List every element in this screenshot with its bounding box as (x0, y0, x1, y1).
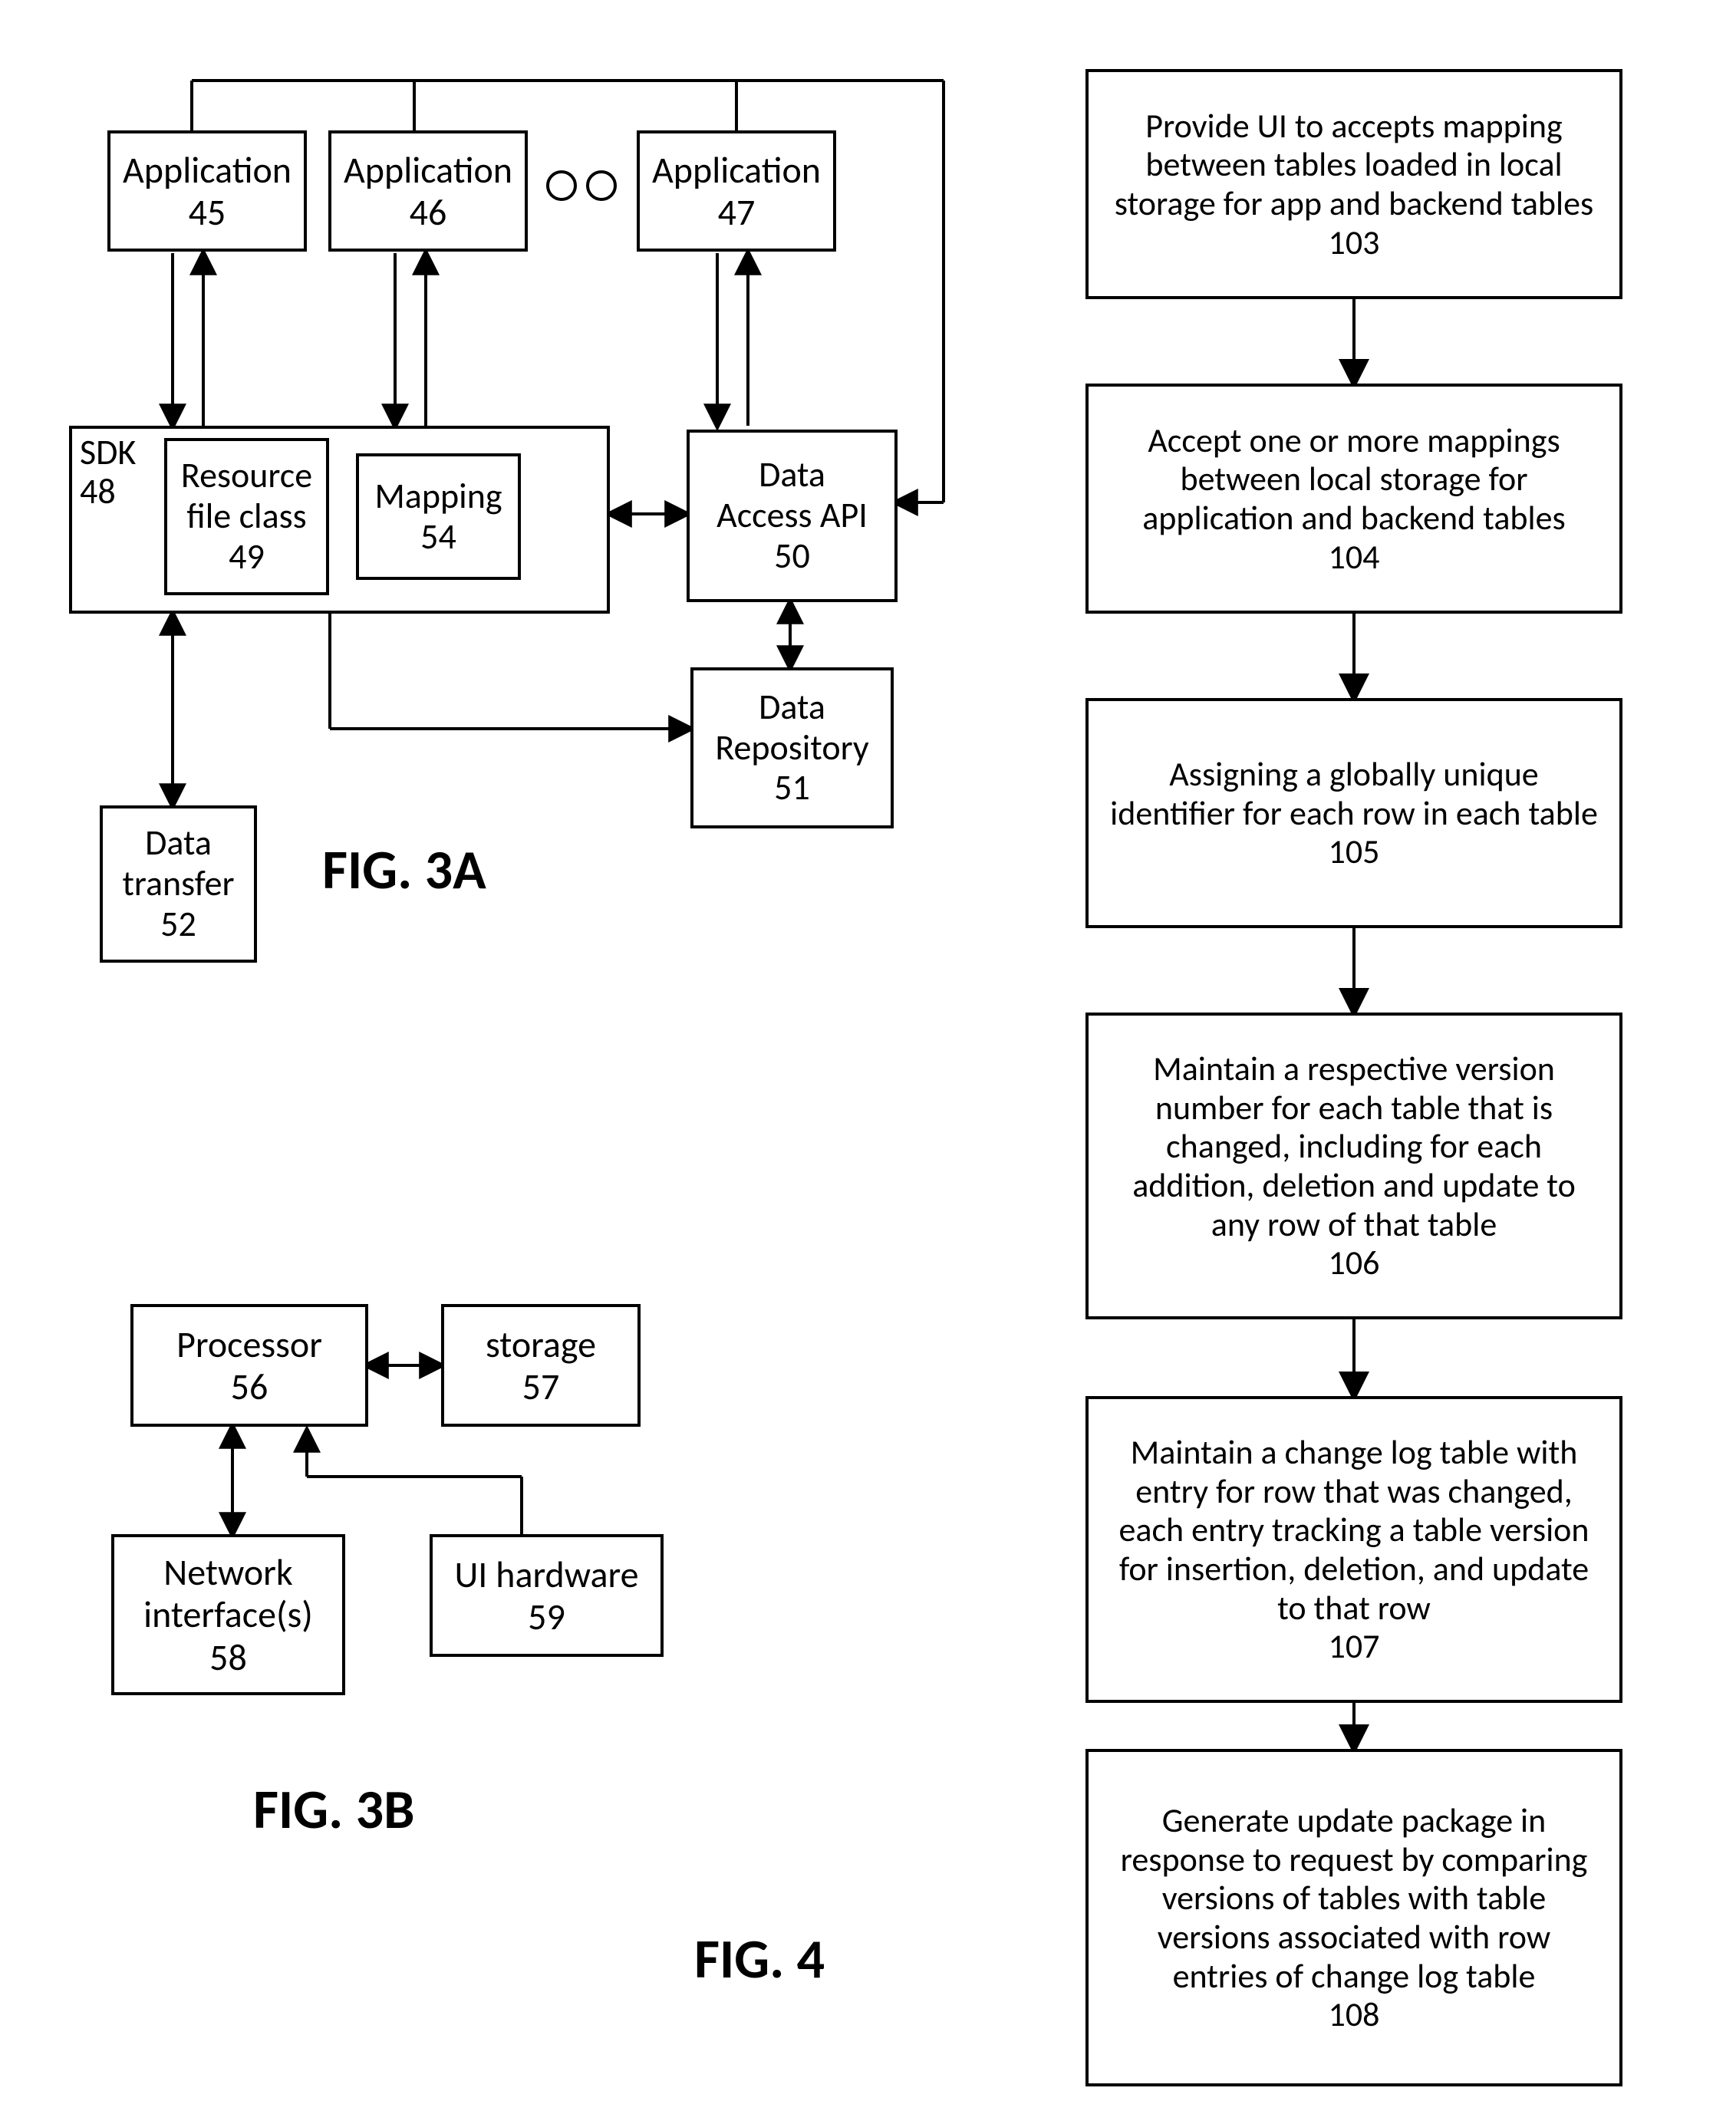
network-num: 58 (209, 1636, 247, 1678)
step-106-text: Maintain a respective version number for… (1108, 1049, 1599, 1243)
step-103-num: 103 (1329, 223, 1380, 262)
storage-num: 57 (522, 1365, 560, 1408)
storage-57-box: storage 57 (441, 1304, 641, 1427)
app-47-label: Application (652, 149, 821, 191)
app-47-box: Application 47 (637, 130, 836, 252)
uihw-label: UI hardware (455, 1553, 639, 1596)
data-access-label: Data Access API (716, 455, 868, 536)
step-107-num: 107 (1329, 1627, 1380, 1666)
uihw-59-box: UI hardware 59 (430, 1534, 664, 1657)
step-103-text: Provide UI to accepts mapping between ta… (1110, 107, 1598, 223)
sdk-48-box: SDK 48 Resource file class 49 Mapping 54 (69, 426, 610, 614)
step-108-box: Generate update package in response to r… (1085, 1749, 1622, 2086)
step-103-box: Provide UI to accepts mapping between ta… (1085, 69, 1622, 299)
fig3b-title: FIG. 3B (253, 1776, 414, 1843)
step-107-box: Maintain a change log table with entry f… (1085, 1396, 1622, 1703)
fig3a-title: FIG. 3A (322, 836, 486, 904)
app-45-box: Application 45 (107, 130, 307, 252)
step-104-text: Accept one or more mappings between loca… (1110, 421, 1598, 538)
mapping-54-box: Mapping 54 (356, 453, 521, 580)
data-transfer-num: 52 (160, 904, 196, 945)
step-104-num: 104 (1329, 538, 1380, 577)
data-transfer-52-box: Data transfer 52 (100, 805, 257, 963)
network-label: Network interface(s) (143, 1551, 313, 1635)
network-58-box: Network interface(s) 58 (111, 1534, 345, 1695)
processor-56-box: Processor 56 (130, 1304, 368, 1427)
sdk-num: 48 (80, 470, 116, 513)
sdk-label: SDK (80, 431, 136, 474)
processor-num: 56 (231, 1365, 268, 1408)
data-repository-num: 51 (774, 768, 810, 808)
ellipsis-icon (546, 170, 617, 201)
step-105-text: Assigning a globally unique identifier f… (1110, 755, 1598, 832)
resource-label: Resource file class (181, 456, 312, 537)
diagram-canvas: Application 45 Application 46 Applicatio… (0, 0, 1736, 2101)
data-access-api-50-box: Data Access API 50 (687, 430, 898, 602)
resource-num: 49 (229, 537, 265, 578)
step-108-num: 108 (1329, 1995, 1380, 2034)
step-106-num: 106 (1329, 1243, 1380, 1283)
data-access-num: 50 (774, 536, 810, 577)
data-repository-label: Data Repository (715, 687, 868, 769)
step-105-box: Assigning a globally unique identifier f… (1085, 698, 1622, 928)
data-transfer-label: Data transfer (122, 823, 234, 904)
storage-label: storage (486, 1323, 596, 1365)
app-45-label: Application (123, 149, 292, 191)
resource-49-box: Resource file class 49 (164, 438, 329, 595)
step-105-num: 105 (1329, 832, 1380, 871)
mapping-num: 54 (420, 517, 456, 558)
step-104-box: Accept one or more mappings between loca… (1085, 384, 1622, 614)
app-46-label: Application (344, 149, 512, 191)
app-46-num: 46 (410, 191, 447, 233)
step-107-text: Maintain a change log table with entry f… (1108, 1433, 1599, 1627)
step-108-text: Generate update package in response to r… (1108, 1801, 1599, 1995)
processor-label: Processor (176, 1323, 322, 1365)
app-46-box: Application 46 (328, 130, 528, 252)
data-repository-51-box: Data Repository 51 (690, 667, 894, 828)
fig4-title: FIG. 4 (694, 1925, 825, 1993)
uihw-num: 59 (528, 1596, 565, 1638)
app-45-num: 45 (189, 191, 226, 233)
app-47-num: 47 (718, 191, 756, 233)
step-106-box: Maintain a respective version number for… (1085, 1013, 1622, 1319)
mapping-label: Mapping (374, 476, 502, 517)
